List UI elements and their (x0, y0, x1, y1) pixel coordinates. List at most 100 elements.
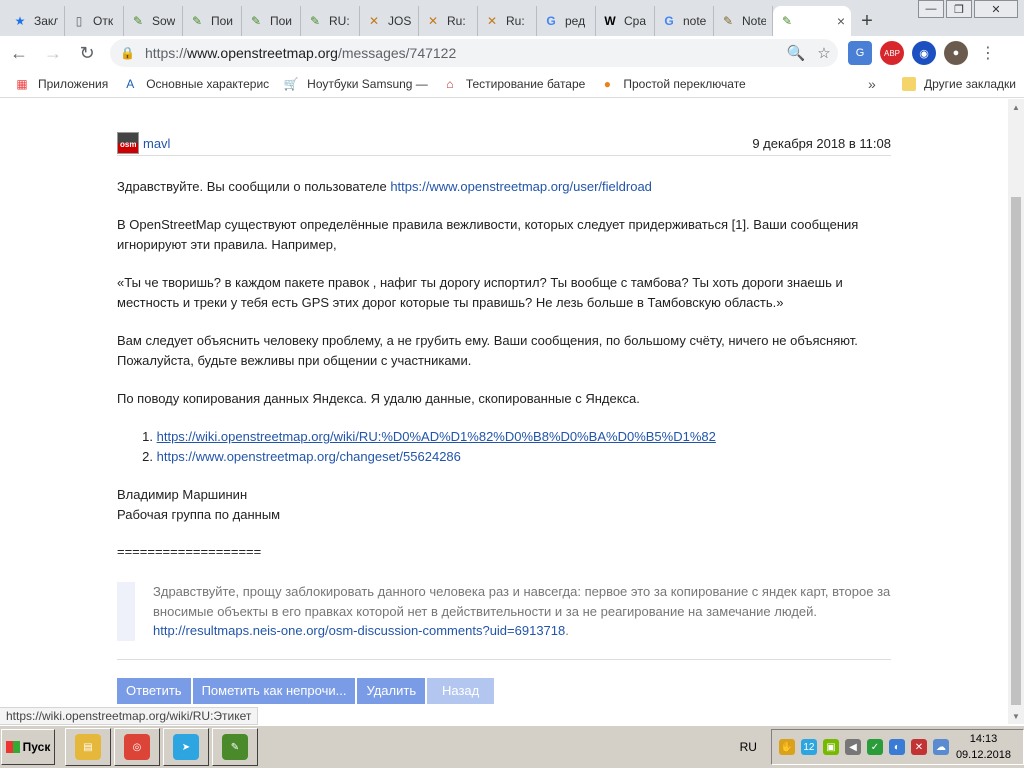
nvidia-tray-icon[interactable]: ▣ (822, 739, 839, 755)
resultmaps-link[interactable]: http://resultmaps.neis-one.org/osm-discu… (153, 623, 565, 638)
home-icon: ⌂ (446, 76, 454, 91)
taskbar-app[interactable]: ✎ (212, 728, 258, 766)
yandex-paragraph: По поводу копирования данных Яндекса. Я … (117, 391, 640, 406)
reply-button[interactable]: Ответить (117, 678, 191, 704)
tray-icons: ✋ 12 ▣ ◀ ✓ ◐ ✕ ☁ 14:13 09.12.2018 (770, 729, 1024, 765)
bookmark-item[interactable]: A Основные характерис (122, 76, 269, 92)
reference-link-etiquette[interactable]: https://wiki.openstreetmap.org/wiki/RU:%… (157, 427, 716, 447)
bookmarks-overflow-icon[interactable]: » (868, 76, 876, 92)
bookmark-label: Тестирование батаре (465, 76, 586, 91)
osm-icon: ✎ (781, 14, 793, 28)
mark-unread-button[interactable]: Пометить как непрочи... (192, 678, 356, 704)
tab-7[interactable]: ✕ Ru: (419, 6, 478, 36)
message-header: osm mavl 9 декабря 2018 в 11:08 (117, 132, 891, 156)
forward-button[interactable]: → (38, 38, 68, 68)
back-page-button[interactable]: Назад (427, 678, 495, 704)
bookmark-star-icon[interactable]: ☆ (810, 44, 838, 62)
back-button[interactable]: ← (4, 38, 34, 68)
reported-user-link[interactable]: https://www.openstreetmap.org/user/field… (390, 179, 652, 194)
security-tray-icon[interactable]: ✕ (910, 739, 927, 755)
taskbar-app[interactable]: ▤ (65, 728, 111, 766)
minimize-button[interactable]: — (918, 0, 944, 18)
volume-tray-icon[interactable]: ◀ (844, 739, 861, 755)
scroll-down-icon[interactable]: ▼ (1008, 708, 1024, 724)
avatar[interactable]: osm (117, 132, 139, 154)
tab-active-osm[interactable]: ✎ × (773, 6, 851, 36)
taskbar-app[interactable]: ➤ (163, 728, 209, 766)
google-icon: G (664, 14, 674, 28)
delete-button[interactable]: Удалить (357, 678, 426, 704)
tab-12[interactable]: ✎ Note (714, 6, 773, 36)
telegram-taskbar-icon: ➤ (173, 734, 199, 760)
bookmark-item[interactable]: ● Простой переключате (599, 76, 746, 92)
tab-3[interactable]: ✎ Пои (183, 6, 242, 36)
scrollbar-thumb[interactable] (1011, 197, 1021, 705)
url-text[interactable]: https://www.openstreetmap.org/messages/7… (145, 45, 456, 61)
page-scrollbar[interactable]: ▲ ▼ (1008, 99, 1024, 724)
maximize-button[interactable]: ❐ (946, 0, 972, 18)
reference-item: 2. https://www.openstreetmap.org/changes… (137, 447, 716, 467)
greeting-text: Здравствуйте. Вы сообщили о пользователе (117, 179, 391, 194)
reference-link-changeset[interactable]: https://www.openstreetmap.org/changeset/… (157, 447, 461, 467)
adblock-icon[interactable]: ABP (880, 41, 904, 65)
tab-6[interactable]: ✕ JOS (360, 6, 419, 36)
tab-11[interactable]: Gnote (655, 6, 714, 36)
tab-9[interactable]: Gред (537, 6, 596, 36)
zoom-icon[interactable]: 🔍 (782, 44, 810, 62)
check-tray-icon[interactable]: ✓ (866, 739, 883, 755)
bookmark-item[interactable]: 🛒 Ноутбуки Samsung — (283, 76, 428, 92)
window-close-button[interactable]: ✕ (974, 0, 1018, 18)
start-button[interactable]: Пуск (1, 729, 55, 765)
tab-1[interactable]: ▯ Отк (65, 6, 124, 36)
greeting-paragraph: Здравствуйте. Вы сообщили о пользователе… (117, 177, 891, 197)
tab-close-icon[interactable]: × (837, 13, 845, 29)
quote-body: Здравствуйте, прощу заблокировать данног… (153, 584, 891, 619)
profile-icon[interactable]: ● (944, 41, 968, 65)
tab-4[interactable]: ✎ Пои (242, 6, 301, 36)
telegram-tray-icon[interactable]: 12 (800, 739, 817, 755)
tray-icon-list: ✋ 12 ▣ ◀ ✓ ◐ ✕ ☁ (776, 739, 952, 755)
language-indicator[interactable]: RU (740, 740, 757, 754)
sender-link[interactable]: mavl (143, 134, 170, 154)
translate-icon[interactable]: G (848, 41, 872, 65)
avatar-text: osm (120, 140, 137, 149)
menu-icon[interactable]: ⋮ (976, 41, 1000, 65)
link-status-bar: https://wiki.openstreetmap.org/wiki/RU:Э… (0, 707, 259, 725)
bookmark-item[interactable]: ▦ Приложения (14, 76, 108, 92)
josm-icon: ✎ (132, 14, 144, 28)
tab-0[interactable]: ★ Закл (6, 6, 65, 36)
address-bar[interactable]: 🔒 https://www.openstreetmap.org/messages… (110, 39, 838, 67)
folder-icon (902, 76, 916, 91)
clock[interactable]: 14:13 09.12.2018 (956, 731, 1011, 763)
reload-button[interactable]: ↻ (72, 38, 102, 68)
scroll-up-icon[interactable]: ▲ (1008, 99, 1024, 115)
tab-label: Ru: (506, 14, 525, 28)
tab-2[interactable]: ✎ Sow (124, 6, 183, 36)
tab-8[interactable]: ✕ Ru: (478, 6, 537, 36)
other-bookmarks[interactable]: Другие закладки (902, 76, 1016, 91)
tab-10[interactable]: W Сра (596, 6, 655, 36)
tab-label: Note (742, 14, 766, 28)
vpn-globe-icon[interactable]: ◉ (912, 41, 936, 65)
cloud-tray-icon[interactable]: ☁ (932, 739, 949, 755)
divider (117, 659, 891, 660)
message-date: 9 декабря 2018 в 11:08 (752, 136, 891, 151)
rules-paragraph: В OpenStreetMap существуют определённые … (117, 217, 859, 252)
windows-taskbar: Пуск ▤ ◎ ➤ ✎ RU ✋ 12 ▣ ◀ ✓ ◐ ✕ ☁ 14:13 09.12.2018 (0, 725, 1024, 768)
new-tab-button[interactable]: + (851, 6, 883, 36)
tab-label: JOS (388, 14, 412, 28)
firefox-icon: ● (603, 76, 611, 91)
tab-strip: ★ Закл ▯ Отк ✎ Sow ✎ Пои ✎ Пои ✎ RU: ✕ JOS ✕ Ru: ✕ Ru: Gре… (0, 0, 1024, 36)
bookmark-a-icon: A (126, 76, 135, 91)
taskbar-apps: ▤ ◎ ➤ ✎ (55, 728, 258, 766)
network-tray-icon[interactable]: ◐ (888, 739, 905, 755)
lock-icon[interactable]: 🔒 (120, 46, 135, 60)
tab-label: Сра (624, 14, 647, 28)
tab-5[interactable]: ✎ RU: (301, 6, 360, 36)
taskbar-app[interactable]: ◎ (114, 728, 160, 766)
original-report-quote: Здравствуйте, прощу заблокировать данног… (117, 582, 891, 641)
hand-tray-icon[interactable]: ✋ (778, 739, 795, 755)
chrome-taskbar-icon: ◎ (124, 734, 150, 760)
bookmark-item[interactable]: ⌂ Тестирование батаре (442, 76, 586, 92)
tab-label: Ru: (447, 14, 466, 28)
